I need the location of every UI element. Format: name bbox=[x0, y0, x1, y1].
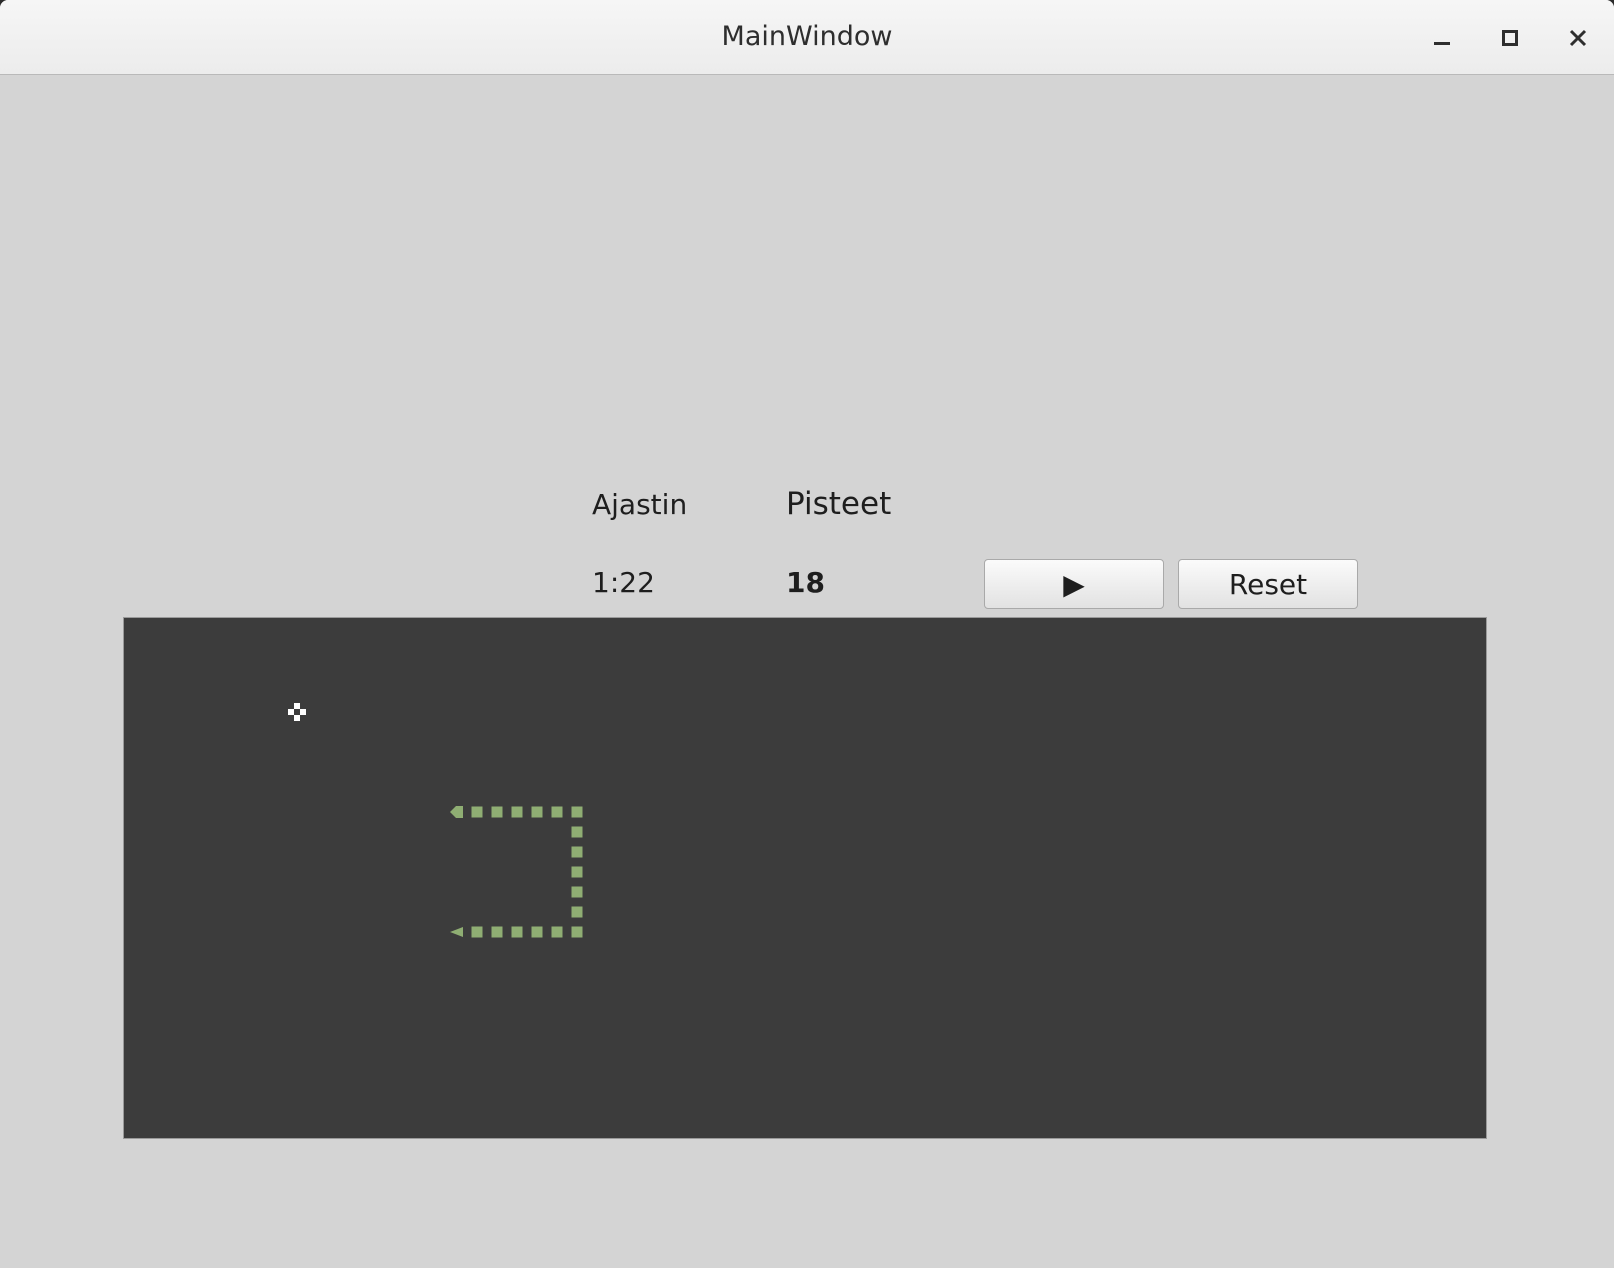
snake-segment bbox=[511, 806, 523, 818]
snake-segment bbox=[571, 846, 583, 858]
snake-segment bbox=[491, 806, 503, 818]
window-title: MainWindow bbox=[721, 21, 893, 52]
snake-segment bbox=[551, 806, 563, 818]
reset-button[interactable]: Reset bbox=[1178, 559, 1358, 609]
score-label: Pisteet bbox=[786, 486, 892, 522]
score-value: 18 bbox=[786, 566, 825, 599]
snake-segment bbox=[571, 906, 583, 918]
snake-segment bbox=[571, 886, 583, 898]
game-board-canvas bbox=[288, 703, 583, 938]
maximize-icon bbox=[1502, 30, 1518, 46]
timer-value: 1:22 bbox=[592, 566, 655, 599]
food-item bbox=[288, 703, 306, 721]
main-window: MainWindow Ajastin Pisteet 1:22 18 ▶ Res… bbox=[0, 0, 1614, 1268]
play-button[interactable]: ▶ bbox=[984, 559, 1164, 609]
snake-segment bbox=[571, 806, 583, 818]
snake-head bbox=[450, 806, 463, 818]
title-bar[interactable]: MainWindow bbox=[0, 0, 1614, 75]
snake-tail bbox=[450, 927, 463, 937]
snake-segment bbox=[571, 926, 583, 938]
snake-segment bbox=[471, 926, 483, 938]
close-icon bbox=[1569, 29, 1587, 47]
minimize-button[interactable] bbox=[1422, 18, 1462, 58]
snake-segment bbox=[491, 926, 503, 938]
minimize-icon bbox=[1434, 42, 1450, 45]
snake-segment bbox=[551, 926, 563, 938]
snake-segment bbox=[531, 926, 543, 938]
game-board[interactable] bbox=[123, 617, 1487, 1139]
timer-label: Ajastin bbox=[592, 488, 688, 521]
maximize-button[interactable] bbox=[1490, 18, 1530, 58]
snake-segment bbox=[531, 806, 543, 818]
play-icon: ▶ bbox=[1063, 567, 1085, 601]
snake-segment bbox=[511, 926, 523, 938]
close-button[interactable] bbox=[1558, 18, 1598, 58]
snake-segment bbox=[571, 826, 583, 838]
snake-segment bbox=[571, 866, 583, 878]
snake-segment bbox=[471, 806, 483, 818]
